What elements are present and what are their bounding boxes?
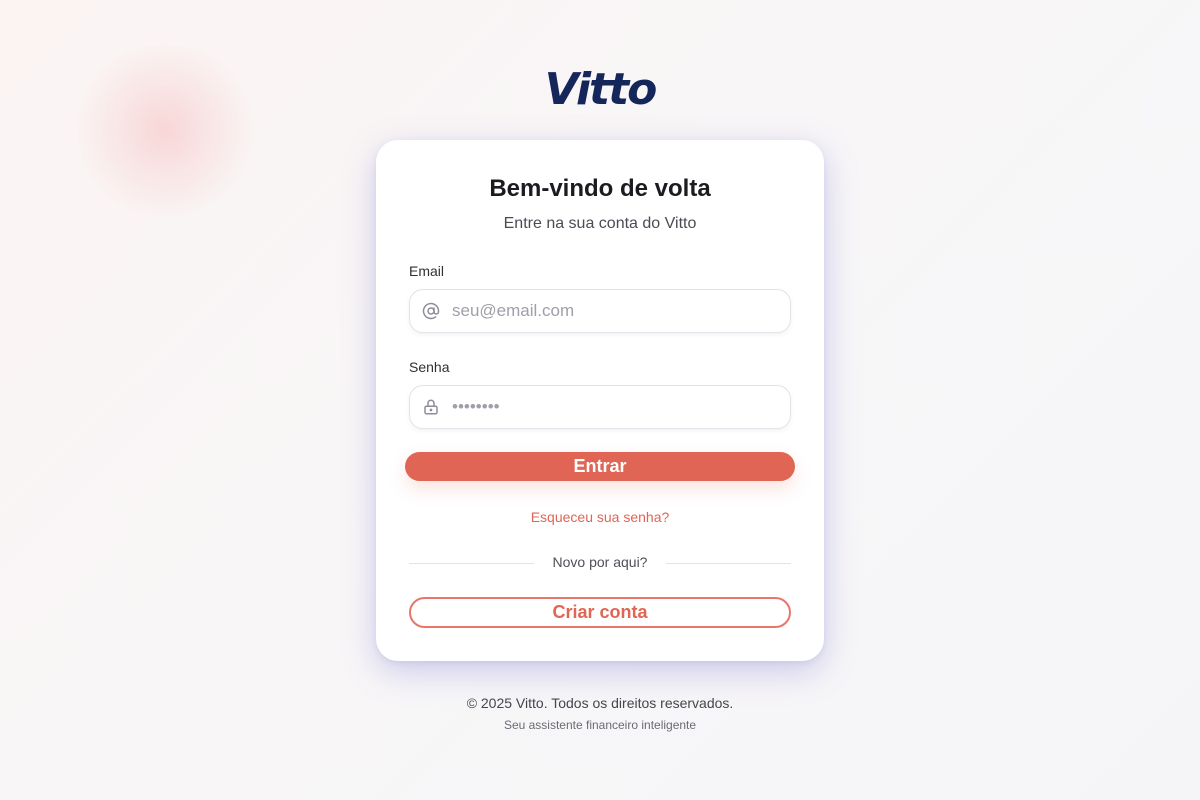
footer-copyright: © 2025 Vitto. Todos os direitos reservad… — [466, 695, 734, 711]
create-account-button[interactable]: Criar conta — [409, 597, 791, 628]
page-title: Bem-vindo de volta — [489, 175, 711, 202]
email-input[interactable] — [452, 301, 772, 321]
password-field[interactable] — [409, 385, 791, 429]
password-input[interactable] — [452, 397, 772, 417]
signup-divider: Novo por aqui? — [409, 554, 791, 572]
password-label: Senha — [409, 359, 450, 375]
footer-tagline: Seu assistente financeiro inteligente — [503, 718, 697, 732]
at-sign-icon — [410, 302, 452, 320]
divider-text: Novo por aqui? — [552, 554, 648, 570]
divider-line-right — [666, 563, 791, 564]
forgot-password-link[interactable]: Esqueceu sua senha? — [376, 509, 824, 525]
lock-icon — [410, 398, 452, 416]
login-button[interactable]: Entrar — [405, 452, 795, 481]
page-subtitle: Entre na sua conta do Vitto — [503, 215, 697, 232]
email-label: Email — [409, 263, 445, 279]
email-field[interactable] — [409, 289, 791, 333]
brand-logo: Vitto — [544, 64, 658, 115]
login-card: Bem-vindo de volta Entre na sua conta do… — [376, 140, 824, 661]
